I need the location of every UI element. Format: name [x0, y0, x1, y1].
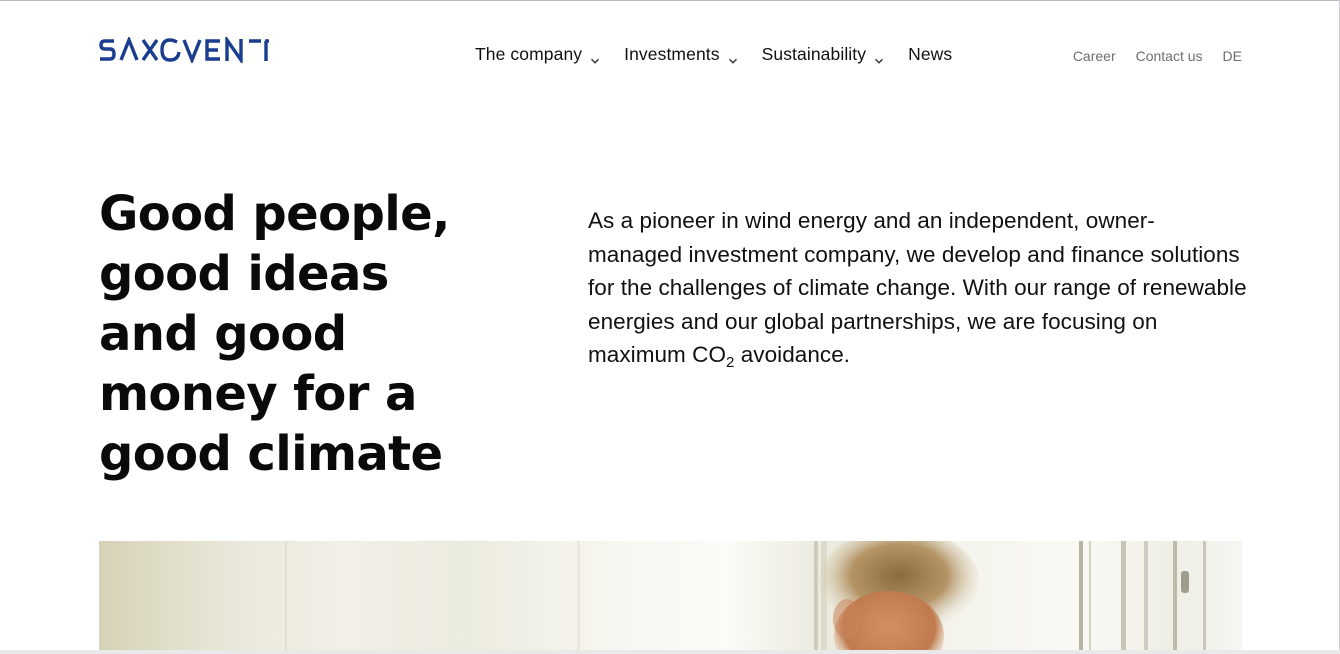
hero-photo-illustration: [99, 541, 1206, 650]
headline-line: Good people,: [99, 186, 450, 242]
nav-label: News: [908, 44, 953, 64]
nav-news[interactable]: News: [908, 43, 952, 65]
headline-line: good ideas: [99, 246, 389, 302]
career-link[interactable]: Career: [1073, 47, 1116, 65]
headline-line: good climate: [99, 426, 443, 482]
saxovent-logo[interactable]: [99, 37, 271, 63]
nav-the-company[interactable]: The company: [475, 43, 600, 65]
hero-image: [99, 541, 1242, 650]
intro-text: As a pioneer in wind energy and an indep…: [588, 208, 1247, 367]
chevron-down-icon: [874, 49, 884, 64]
nav-label: The company: [475, 44, 583, 64]
meta-nav: Career Contact us DE: [1053, 47, 1242, 65]
nav-label: Sustainability: [761, 44, 867, 64]
site-header: The company Investments Sustainability N…: [0, 0, 1340, 100]
chevron-down-icon: [728, 49, 738, 64]
bottom-edge: [0, 650, 1340, 654]
headline-line: money for a: [99, 366, 417, 422]
logo-wordmark: [99, 37, 269, 63]
nav-investments[interactable]: Investments: [624, 43, 737, 65]
page-headline: Good people, good ideas and good money f…: [99, 184, 519, 484]
contact-link[interactable]: Contact us: [1136, 47, 1203, 65]
headline-line: and good: [99, 306, 347, 362]
nav-sustainability[interactable]: Sustainability: [762, 43, 885, 65]
main-nav: The company Investments Sustainability N…: [475, 43, 952, 65]
intro-paragraph: As a pioneer in wind energy and an indep…: [588, 204, 1248, 372]
intro-text-end: avoidance.: [734, 342, 851, 367]
chevron-down-icon: [590, 49, 600, 64]
nav-label: Investments: [624, 44, 720, 64]
language-switch[interactable]: DE: [1223, 47, 1242, 65]
